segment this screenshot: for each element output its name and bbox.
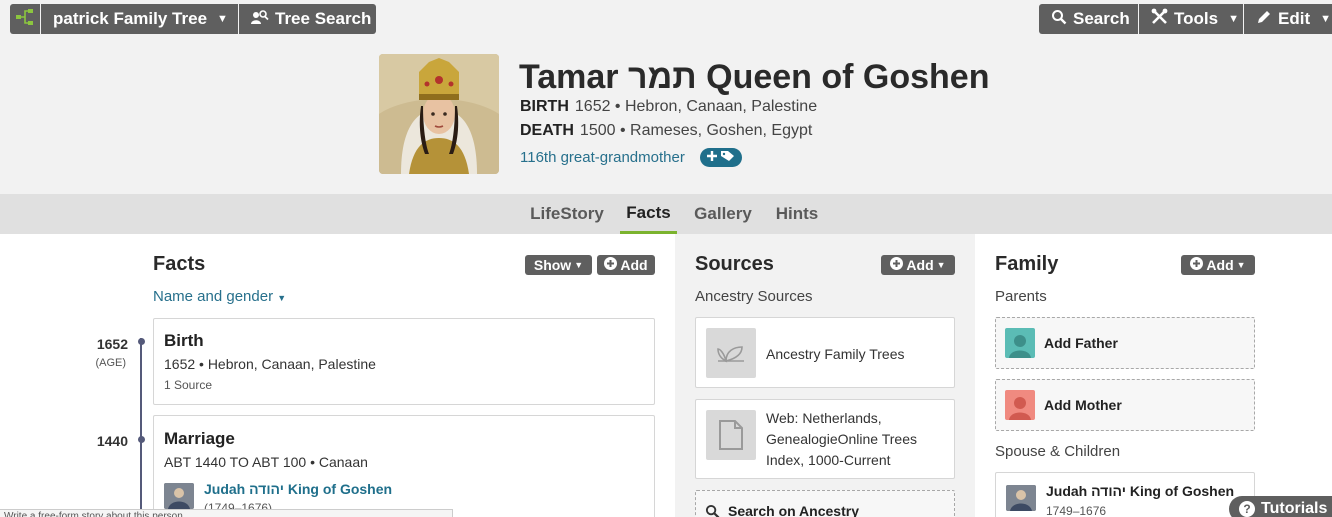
document-icon (706, 410, 756, 460)
spouse-children-label: Spouse & Children (995, 443, 1121, 460)
male-avatar-icon (1005, 328, 1035, 358)
add-source-button[interactable]: Add ▼ (881, 255, 955, 275)
timeline-dot (137, 436, 145, 443)
leaf-icon (706, 328, 756, 378)
edit-dropdown[interactable]: Edit ▼ (1244, 4, 1332, 34)
death-value: 1500 • Rameses, Goshen, Egypt (579, 122, 813, 139)
event-year: 1652 (96, 336, 128, 352)
show-dropdown[interactable]: Show ▼ (525, 255, 592, 275)
chevron-down-icon: ▼ (1228, 13, 1239, 25)
chevron-down-icon: ▼ (1236, 260, 1246, 270)
add-fact-label: Add (620, 257, 648, 273)
source-card[interactable]: Ancestry Family Trees (695, 317, 955, 388)
tab-hints[interactable]: Hints (770, 194, 824, 234)
chevron-down-icon: ▼ (1320, 13, 1331, 25)
ancestry-sources-label: Ancestry Sources (695, 288, 813, 305)
spouse-card[interactable]: Judah יהודה King of Goshen 1749–1676 (995, 472, 1255, 517)
add-father-card[interactable]: Add Father (995, 317, 1255, 369)
fact-detail: ABT 1440 TO ABT 100 • Canaan (164, 454, 368, 470)
search-ancestry-label: Search on Ancestry (728, 503, 859, 517)
pencil-icon (1256, 9, 1272, 30)
birth-summary: BIRTH 1652 • Hebron, Canaan, Palestine (520, 98, 817, 116)
marriage-fact-card[interactable]: Marriage ABT 1440 TO ABT 100 • Canaan Ju… (153, 415, 655, 517)
spouse-name: Judah יהודה King of Goshen (1046, 483, 1235, 499)
top-toolbar: patrick Family Tree ▼ Tree Search Search (0, 0, 1332, 38)
tools-dropdown[interactable]: Tools ▼ (1139, 4, 1243, 34)
add-family-button[interactable]: Add ▼ (1181, 255, 1255, 275)
profile-tabs: LifeStory Facts Gallery Hints (0, 194, 1332, 234)
event-age: (AGE) (95, 357, 126, 369)
tutorials-label: Tutorials (1261, 500, 1328, 517)
fact-sources-link[interactable]: 1 Source (164, 378, 212, 392)
birth-fact-card[interactable]: Birth 1652 • Hebron, Canaan, Palestine 1… (153, 318, 655, 405)
person-search-icon (251, 9, 269, 30)
bottom-tooltip: Write a free-form story about this perso… (0, 509, 453, 517)
add-source-label: Add (906, 257, 934, 273)
chevron-down-icon: ▼ (574, 260, 584, 270)
chevron-down-icon: ▼ (936, 260, 946, 270)
plus-circle-icon (604, 257, 618, 273)
add-mother-label: Add Mother (1044, 397, 1122, 413)
spouse-dates: 1749–1676 (1046, 504, 1107, 517)
search-button[interactable]: Search (1039, 4, 1138, 34)
spouse-thumbnail (1006, 485, 1036, 511)
death-label: DEATH (520, 122, 574, 139)
add-father-label: Add Father (1044, 335, 1118, 351)
tab-gallery[interactable]: Gallery (688, 194, 758, 234)
edit-label: Edit (1278, 9, 1311, 28)
fact-title: Birth (164, 331, 204, 350)
female-avatar-icon (1005, 390, 1035, 420)
person-name: Tamar תמר Queen of Goshen (519, 58, 990, 96)
search-icon (1051, 9, 1067, 30)
add-mother-card[interactable]: Add Mother (995, 379, 1255, 431)
show-label: Show (533, 257, 572, 273)
add-tag-button[interactable] (700, 148, 742, 167)
search-ancestry-button[interactable]: Search on Ancestry (695, 490, 955, 517)
add-fact-button[interactable]: Add (597, 255, 655, 275)
birth-label: BIRTH (520, 98, 569, 115)
name-gender-toggle[interactable]: Name and gender ▼ (153, 288, 286, 305)
plus-circle-icon (890, 257, 904, 273)
tab-lifestory[interactable]: LifeStory (524, 194, 610, 234)
tree-pedigree-icon (15, 8, 35, 31)
family-heading: Family (995, 253, 1059, 275)
plus-tag-icon (707, 150, 735, 165)
plus-circle-icon (1190, 257, 1204, 273)
spouse-thumbnail[interactable] (164, 483, 194, 509)
name-gender-label: Name and gender (153, 288, 274, 305)
birth-value: 1652 • Hebron, Canaan, Palestine (574, 98, 818, 115)
sources-heading: Sources (695, 253, 774, 275)
facts-heading: Facts (153, 253, 206, 275)
tutorials-button[interactable]: ? Tutorials (1229, 496, 1332, 517)
source-title: Ancestry Family Trees (766, 346, 905, 362)
tools-label: Tools (1174, 9, 1219, 28)
parents-label: Parents (995, 288, 1047, 305)
add-family-label: Add (1206, 257, 1234, 273)
tree-view-button[interactable] (10, 4, 40, 34)
source-title: Web: Netherlands, GenealogieOnline Trees… (766, 410, 917, 468)
timeline-line (140, 338, 142, 517)
tab-facts[interactable]: Facts (620, 194, 677, 234)
fact-title: Marriage (164, 429, 235, 448)
source-card[interactable]: Web: Netherlands, GenealogieOnline Trees… (695, 399, 955, 479)
chevron-down-icon: ▼ (217, 13, 228, 25)
tree-search-label: Tree Search (275, 9, 372, 28)
person-portrait[interactable] (379, 54, 499, 174)
chevron-down-icon: ▼ (277, 293, 287, 303)
fact-detail: 1652 • Hebron, Canaan, Palestine (164, 356, 376, 372)
question-icon: ? (1239, 501, 1255, 517)
relationship-link[interactable]: 116th great-grandmother (520, 149, 685, 166)
tools-icon (1151, 8, 1168, 30)
timeline-dot (137, 338, 145, 345)
spouse-name-link[interactable]: Judah יהודה King of Goshen (204, 481, 392, 497)
search-label: Search (1073, 9, 1130, 28)
event-year: 1440 (96, 433, 128, 449)
tree-name-label: patrick Family Tree (53, 9, 208, 28)
death-summary: DEATH 1500 • Rameses, Goshen, Egypt (520, 122, 812, 140)
tree-search-button[interactable]: Tree Search (239, 4, 376, 34)
tree-name-dropdown[interactable]: patrick Family Tree ▼ (41, 4, 238, 34)
search-icon (705, 504, 720, 517)
